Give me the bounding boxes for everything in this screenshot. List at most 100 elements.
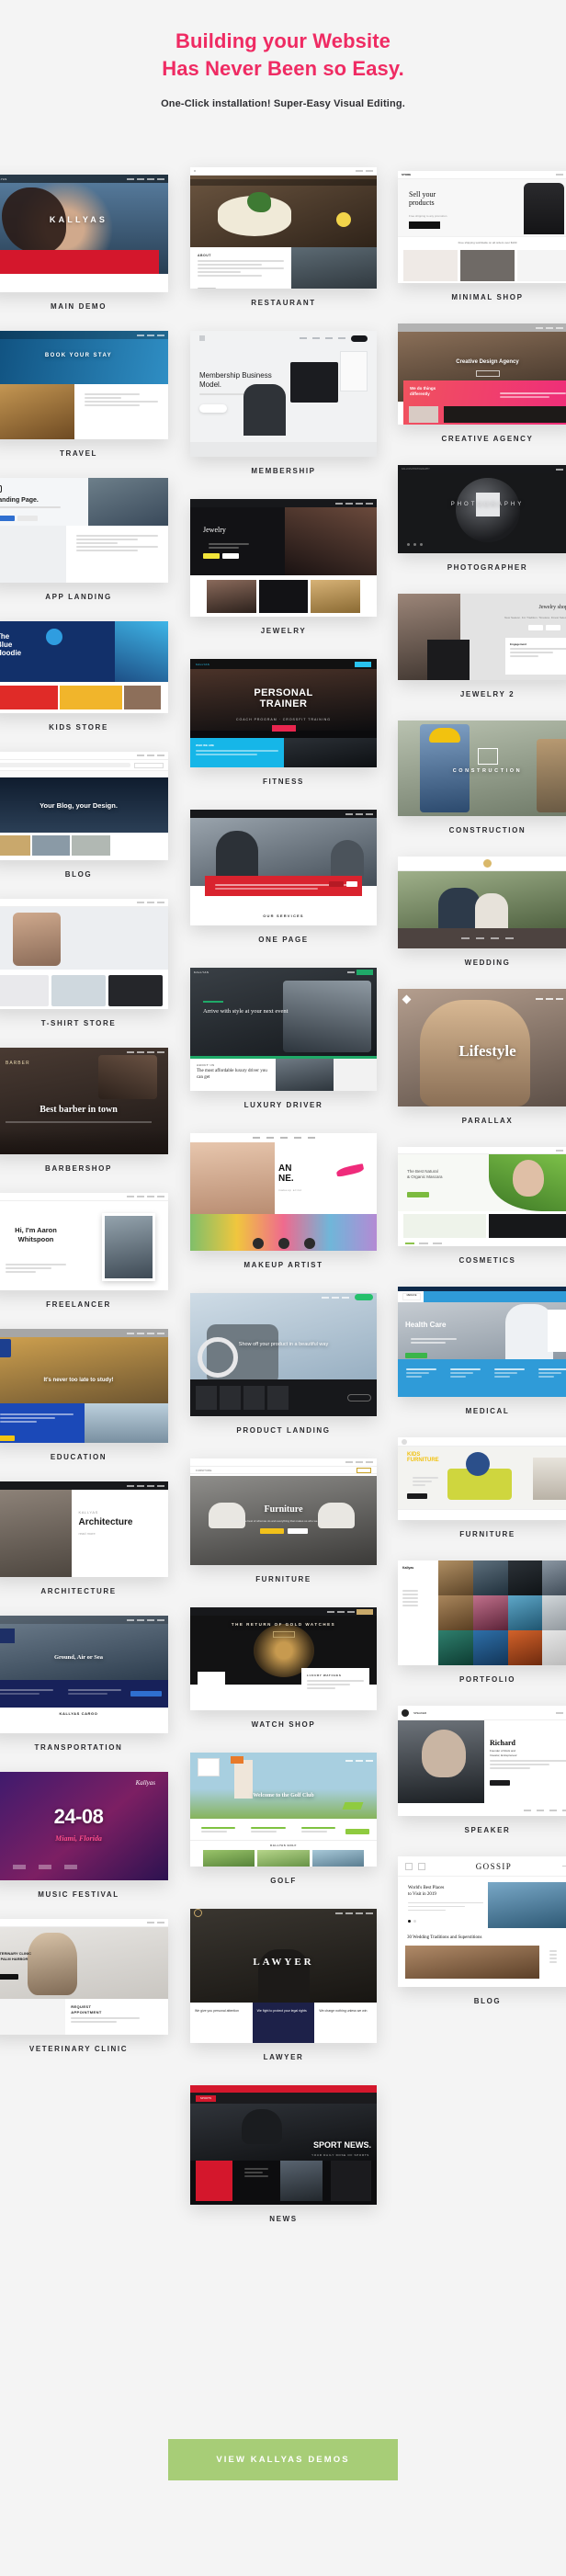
demo-card[interactable]: STORE Sell your products Free shipping to…: [398, 171, 566, 301]
page-title: Building your Website Has Never Been so …: [0, 28, 566, 82]
demo-label: EDUCATION: [50, 1453, 108, 1461]
demo-label: PORTFOLIO: [458, 1675, 516, 1684]
demo-thumbnail[interactable]: Jewelry shop New Season. For Tradition. …: [398, 594, 566, 680]
demo-thumbnail[interactable]: [398, 857, 566, 948]
demo-label: SPEAKER: [464, 1826, 511, 1834]
demo-card[interactable]: BARBER Best barber in town BARBERSHOP: [0, 1048, 168, 1173]
demo-card[interactable]: It's never too late to study! EDUCATION: [0, 1329, 168, 1461]
demo-thumbnail[interactable]: KALLYAS PHOTOGRAPHY PHOTOGRAPHY: [398, 465, 566, 553]
demo-card[interactable]: Welcome to the Golf Club KALLYAS GOLF GO…: [190, 1753, 377, 1885]
demo-card[interactable]: Lifestyle PARALLAX: [398, 989, 566, 1125]
demo-thumbnail[interactable]: It's never too late to study!: [0, 1329, 168, 1443]
demo-card[interactable]: Hi, I'm Aaron Whitspoon FREELANCER: [0, 1193, 168, 1309]
demo-card[interactable]: KALLYAS PERSONAL TRAINER COACH PROGRAM · …: [190, 659, 377, 786]
demo-thumbnail[interactable]: KALLYAS Arrive with style at your next e…: [190, 968, 377, 1091]
cta-section: VIEW KALLYAS DEMOS: [0, 2439, 566, 2480]
demo-thumbnail[interactable]: KIDS FURNITURE: [398, 1437, 566, 1520]
demo-card[interactable]: AN NE. makeup artist MAKEUP ARTIST: [190, 1133, 377, 1269]
demo-label: COSMETICS: [458, 1256, 516, 1265]
demo-thumbnail[interactable]: GOSSIP World's Best Places to Visit in 20…: [398, 1856, 566, 1987]
demo-card[interactable]: KALLYAS Architecture read more ARCHITECT…: [0, 1481, 168, 1595]
demo-thumbnail[interactable]: FURNITURE Furniture Discover the best of…: [190, 1458, 377, 1565]
demo-label: PARALLAX: [461, 1117, 514, 1125]
demo-thumbnail[interactable]: THE RETURN OF GOLD WATCHES LUXURY WATCHE…: [190, 1607, 377, 1710]
demo-thumbnail[interactable]: KALLYAS KALLYAS: [0, 175, 168, 292]
demo-label: MEMBERSHIP: [251, 467, 316, 475]
demo-card[interactable]: Show off your product in a beautiful way…: [190, 1293, 377, 1435]
demo-thumbnail[interactable]: Welcome to the Golf Club KALLYAS GOLF: [190, 1753, 377, 1867]
demo-thumbnail[interactable]: CONSTRUCTION: [398, 721, 566, 816]
demo-card[interactable]: SPEAKER Richard Founder of Rock and Inves…: [398, 1706, 566, 1834]
demo-thumbnail[interactable]: VETERINARY CLINICOF PALM HARBOR REQUESTA…: [0, 1919, 168, 2035]
demo-thumbnail[interactable]: Creative Design Agency We do things diffe…: [398, 323, 566, 425]
demo-card[interactable]: Your Blog, your Design. BLOG: [0, 752, 168, 879]
demo-card[interactable]: LAWYER We give you personal attention We…: [190, 1909, 377, 2061]
demo-card[interactable]: Membership Business Model. MEMBERSHIP: [190, 331, 377, 475]
hero-section: Building your Website Has Never Been so …: [0, 0, 566, 109]
demo-card[interactable]: Kallyas 24-08 Miami, Florida MUSIC FESTI…: [0, 1772, 168, 1899]
demo-label: JEWELRY 2: [459, 690, 515, 698]
demo-thumbnail[interactable]: Landing Page.: [0, 478, 168, 583]
demo-label: TRAVEL: [59, 449, 97, 458]
demo-card[interactable]: FURNITURE Furniture Discover the best of…: [190, 1458, 377, 1583]
demo-thumbnail[interactable]: LAWYER We give you personal attention We…: [190, 1909, 377, 2043]
demo-thumbnail[interactable]: The Best Natural & Organic Mascara: [398, 1147, 566, 1246]
demo-card[interactable]: T-SHIRT STORE: [0, 899, 168, 1027]
demo-card[interactable]: TheBlueHoodie KIDS STORE: [0, 621, 168, 732]
demo-thumbnail[interactable]: SPEAKER Richard Founder of Rock and Inves…: [398, 1706, 566, 1816]
demo-label: WATCH SHOP: [251, 1720, 316, 1729]
demo-thumbnail[interactable]: [0, 899, 168, 1009]
demo-thumbnail[interactable]: STORE Sell your products Free shipping to…: [398, 171, 566, 283]
demo-thumbnail[interactable]: Kallyas 24-08 Miami, Florida: [0, 1772, 168, 1880]
demo-label: CONSTRUCTION: [448, 826, 526, 834]
demo-label: LUXURY DRIVER: [243, 1101, 323, 1109]
demo-label: ARCHITECTURE: [40, 1587, 117, 1595]
demo-thumbnail[interactable]: Hi, I'm Aaron Whitspoon: [0, 1193, 168, 1290]
demo-label: FREELANCER: [46, 1300, 111, 1309]
demo-thumbnail[interactable]: Your Blog, your Design.: [0, 752, 168, 860]
demo-card[interactable]: SPORTS SPORT NEWS. YOUR DAILY DOSE OF SP…: [190, 2085, 377, 2223]
demo-thumbnail[interactable]: OUR SERVICES: [190, 810, 377, 925]
demo-label: RESTAURANT: [251, 299, 316, 307]
demo-thumbnail[interactable]: Show off your product in a beautiful way: [190, 1293, 377, 1416]
demo-card[interactable]: BOOK YOUR STAY TRAVEL: [0, 331, 168, 458]
demo-card[interactable]: Ground, Air or Sea KALLYAS CARGO TRANSPO…: [0, 1616, 168, 1752]
demo-thumbnail[interactable]: ABOUT: [190, 167, 377, 289]
demo-card[interactable]: WEDDING: [398, 857, 566, 967]
demo-card[interactable]: KIDS FURNITURE FURNITURE: [398, 1437, 566, 1538]
demo-label: JEWELRY: [260, 627, 307, 635]
demo-thumbnail[interactable]: TheBlueHoodie: [0, 621, 168, 713]
demo-card[interactable]: VETERINARY CLINICOF PALM HARBOR REQUESTA…: [0, 1919, 168, 2053]
demo-thumbnail[interactable]: Lifestyle: [398, 989, 566, 1106]
demo-column-left: KALLYAS KALLYAS MAIN DEMO BOOK YOUR STAY…: [0, 167, 168, 2073]
demo-thumbnail[interactable]: Ground, Air or Sea KALLYAS CARGO: [0, 1616, 168, 1733]
demo-thumbnail[interactable]: KALLYAS PERSONAL TRAINER COACH PROGRAM · …: [190, 659, 377, 767]
demo-thumbnail[interactable]: Membership Business Model.: [190, 331, 377, 457]
demo-card[interactable]: KALLYAS Arrive with style at your next e…: [190, 968, 377, 1109]
demo-thumbnail[interactable]: Kallyas: [398, 1560, 566, 1665]
demo-card[interactable]: CONSTRUCTION CONSTRUCTION: [398, 721, 566, 834]
demo-card[interactable]: OUR SERVICES ONE PAGE: [190, 810, 377, 944]
demo-thumbnail[interactable]: SPORTS SPORT NEWS. YOUR DAILY DOSE OF SP…: [190, 2085, 377, 2205]
demo-card[interactable]: GOSSIP World's Best Places to Visit in 20…: [398, 1856, 566, 2005]
demo-card[interactable]: Landing Page. APP LANDING: [0, 478, 168, 601]
demo-card[interactable]: KALLYAS KALLYAS MAIN DEMO: [0, 175, 168, 311]
demo-thumbnail[interactable]: KALLYAS Architecture read more: [0, 1481, 168, 1577]
demo-card[interactable]: Jewelry JEWELRY: [190, 499, 377, 635]
demo-card[interactable]: The Best Natural & Organic Mascara COSMET…: [398, 1147, 566, 1265]
view-kallyas-demos-button[interactable]: VIEW KALLYAS DEMOS: [168, 2439, 398, 2480]
demo-card[interactable]: ABOUT RESTAURANT: [190, 167, 377, 307]
demo-card[interactable]: Jewelry shop New Season. For Tradition. …: [398, 594, 566, 698]
demo-thumbnail[interactable]: Jewelry: [190, 499, 377, 617]
demo-card[interactable]: MEDLIFE Health Care MEDICAL: [398, 1287, 566, 1415]
page-subtitle: One-Click installation! Super-Easy Visua…: [161, 98, 405, 110]
demo-card[interactable]: THE RETURN OF GOLD WATCHES LUXURY WATCHE…: [190, 1607, 377, 1729]
demo-card[interactable]: KALLYAS PHOTOGRAPHY PHOTOGRAPHY PHOTOGRA…: [398, 465, 566, 572]
demo-card[interactable]: Creative Design Agency We do things diffe…: [398, 323, 566, 443]
demo-thumbnail[interactable]: BOOK YOUR STAY: [0, 331, 168, 439]
demo-thumbnail[interactable]: MEDLIFE Health Care: [398, 1287, 566, 1397]
demo-thumbnail[interactable]: BARBER Best barber in town: [0, 1048, 168, 1154]
demo-thumbnail[interactable]: AN NE. makeup artist: [190, 1133, 377, 1251]
demo-card[interactable]: Kallyas PORTFOLIO: [398, 1560, 566, 1684]
demo-label: PRODUCT LANDING: [236, 1426, 331, 1435]
